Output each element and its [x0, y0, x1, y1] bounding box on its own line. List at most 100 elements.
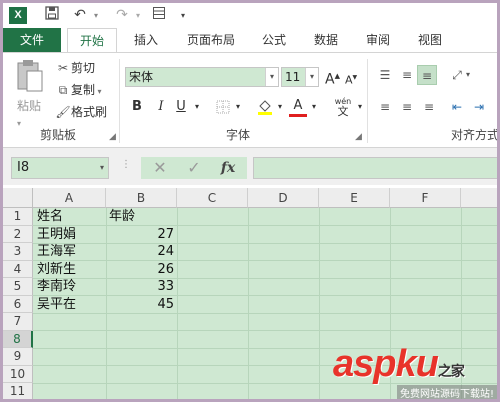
formula-input[interactable] [253, 157, 497, 179]
borders-dropdown-icon[interactable]: ▾ [233, 97, 243, 117]
align-center-icon[interactable]: ≡ [397, 97, 417, 117]
redo-icon[interactable]: ↷ [113, 6, 131, 25]
row-header[interactable]: 4 [3, 260, 33, 278]
decrease-indent-icon[interactable]: ⇤ [447, 97, 467, 117]
copy-button[interactable]: ⧉ 复制 ▾ [55, 81, 102, 101]
tab-data[interactable]: 数据 [305, 28, 347, 52]
excel-app-icon: X [9, 7, 27, 24]
tab-file[interactable]: 文件 [3, 28, 61, 52]
cell-b5[interactable]: 33 [106, 278, 174, 295]
cell-a1[interactable]: 姓名 [37, 208, 63, 225]
column-header[interactable]: B [106, 188, 177, 208]
row-header[interactable]: 7 [3, 313, 33, 331]
align-top-icon[interactable]: ☰ [375, 65, 395, 85]
tab-page-layout[interactable]: 页面布局 [179, 28, 243, 52]
font-size-combo[interactable]: 11 ▾ [281, 67, 319, 87]
paste-icon[interactable] [15, 59, 45, 95]
align-bottom-icon[interactable]: ≡ [417, 65, 437, 85]
cell-b1[interactable]: 年龄 [109, 208, 135, 225]
enter-icon[interactable]: ✓ [181, 157, 207, 179]
orientation-dropdown-icon[interactable]: ▾ [463, 65, 473, 85]
name-box[interactable]: I8 ▾ [11, 157, 109, 179]
row-header[interactable]: 11 [3, 383, 33, 399]
group-divider [367, 59, 368, 143]
grow-font-button[interactable]: A▲ [325, 67, 340, 89]
tab-view[interactable]: 视图 [409, 28, 451, 52]
undo-dropdown-icon[interactable]: ▾ [91, 6, 101, 25]
row-header[interactable]: 3 [3, 243, 33, 261]
copy-icon: ⧉ [58, 83, 68, 97]
align-middle-icon[interactable]: ≡ [397, 65, 417, 85]
borders-icon[interactable] [213, 97, 233, 117]
scissors-icon: ✂ [57, 61, 69, 75]
chevron-down-icon[interactable]: ▾ [265, 68, 278, 86]
phonetic-dropdown-icon[interactable]: ▾ [355, 97, 365, 117]
gridline [33, 225, 497, 226]
tab-formulas[interactable]: 公式 [253, 28, 295, 52]
undo-icon[interactable]: ↶ [71, 6, 89, 25]
cut-button[interactable]: ✂ 剪切 [55, 59, 95, 77]
gridline [33, 295, 497, 296]
column-header[interactable] [461, 188, 497, 208]
fill-dropdown-icon[interactable]: ▾ [275, 97, 285, 117]
row-header[interactable]: 10 [3, 365, 33, 383]
cell-b4[interactable]: 26 [106, 261, 174, 278]
shrink-font-button[interactable]: A▼ [345, 69, 357, 90]
cell-a6[interactable]: 吴平在 [37, 296, 76, 313]
row-header[interactable]: 5 [3, 278, 33, 296]
gridline [319, 208, 320, 399]
tab-review[interactable]: 审阅 [357, 28, 399, 52]
underline-button[interactable]: U [173, 97, 189, 117]
alignment-group-label: 对齐方式 [450, 128, 497, 142]
gridline [33, 260, 497, 261]
italic-button[interactable]: I [153, 97, 169, 117]
fill-color-icon[interactable] [255, 97, 275, 117]
group-divider [119, 59, 120, 143]
clipboard-launcher-icon[interactable]: ◢ [109, 132, 116, 142]
column-header[interactable]: C [177, 188, 248, 208]
phonetic-guide-button[interactable]: wén 文 [331, 97, 355, 117]
font-launcher-icon[interactable]: ◢ [355, 132, 362, 142]
column-header[interactable]: D [248, 188, 319, 208]
align-right-icon[interactable]: ≡ [419, 97, 439, 117]
insert-function-button[interactable]: fx [215, 157, 241, 179]
brush-icon: 🖌 [55, 105, 71, 119]
select-all-corner[interactable] [3, 188, 33, 208]
save-icon[interactable] [43, 6, 61, 25]
customize-toolbar-icon[interactable]: ▾ [178, 6, 188, 25]
column-header[interactable]: F [390, 188, 461, 208]
align-left-icon[interactable]: ≡ [375, 97, 395, 117]
format-painter-button[interactable]: 🖌格式刷 [55, 103, 107, 121]
column-header[interactable]: E [319, 188, 390, 208]
font-color-dropdown-icon[interactable]: ▾ [309, 97, 319, 117]
bold-button[interactable]: B [129, 97, 145, 117]
row-header-selected[interactable]: 8 [3, 330, 33, 348]
cancel-icon[interactable]: ✕ [147, 157, 173, 179]
increase-indent-icon[interactable]: ⇥ [469, 97, 489, 117]
paste-dropdown-icon[interactable]: ▾ [17, 115, 21, 133]
column-header[interactable]: A [33, 188, 106, 208]
chevron-down-icon[interactable]: ▾ [100, 158, 104, 178]
underline-dropdown-icon[interactable]: ▾ [192, 97, 202, 117]
cell-b3[interactable]: 24 [106, 243, 174, 260]
row-header[interactable]: 6 [3, 295, 33, 313]
cell-b6[interactable]: 45 [106, 296, 174, 313]
chevron-down-icon[interactable]: ▾ [305, 68, 318, 86]
cell-b2[interactable]: 27 [106, 226, 174, 243]
row-header[interactable]: 2 [3, 225, 33, 243]
cell-a2[interactable]: 王明娟 [37, 226, 76, 243]
cell-a3[interactable]: 王海军 [37, 243, 76, 260]
font-color-button[interactable]: A [289, 97, 307, 117]
row-header[interactable]: 9 [3, 348, 33, 366]
cell-a5[interactable]: 李南玲 [37, 278, 76, 295]
formula-buttons: ✕ ✓ fx [141, 157, 247, 179]
form-icon[interactable] [150, 6, 168, 25]
ribbon-home: 粘贴 ▾ ✂ 剪切 ⧉ 复制 ▾ 🖌格式刷 剪贴板 ◢ 宋体 ▾ 11 ▾ A▲… [3, 52, 497, 148]
cell-a4[interactable]: 刘新生 [37, 261, 76, 278]
row-header[interactable]: 1 [3, 208, 33, 226]
tab-home[interactable]: 开始 [67, 28, 117, 53]
paste-button[interactable]: 粘贴 [17, 97, 41, 115]
redo-dropdown-icon[interactable]: ▾ [133, 6, 143, 25]
tab-insert[interactable]: 插入 [125, 28, 167, 52]
font-name-combo[interactable]: 宋体 ▾ [125, 67, 279, 87]
